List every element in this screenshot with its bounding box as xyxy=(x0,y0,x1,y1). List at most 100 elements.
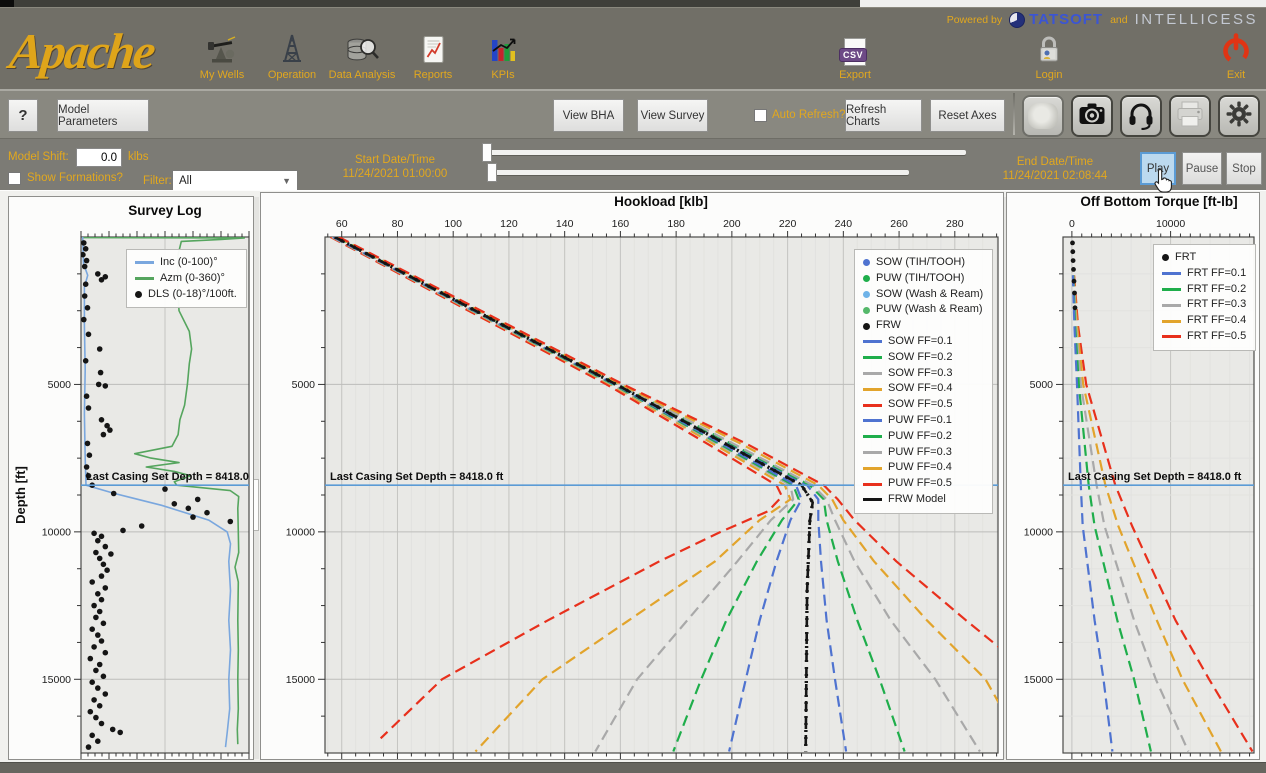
bar-chart-icon xyxy=(487,30,519,66)
svg-text:10000: 10000 xyxy=(42,526,71,538)
legend-marker-line xyxy=(863,419,882,422)
printer-icon xyxy=(1174,99,1206,134)
exit-button[interactable]: Exit xyxy=(1206,30,1266,81)
legend-marker-dot xyxy=(863,259,870,266)
off-bottom-torque-chart[interactable]: 01000050001000015000Last Casing Set Dept… xyxy=(1006,192,1260,760)
svg-text:10000: 10000 xyxy=(286,526,315,538)
auto-refresh-label: Auto Refresh? xyxy=(772,109,846,121)
csv-badge: CSV xyxy=(839,48,867,62)
show-formations-checkbox[interactable] xyxy=(8,172,21,185)
legend-marker-line xyxy=(863,404,882,407)
nav-my-wells[interactable]: My Wells xyxy=(187,30,257,81)
svg-text:60: 60 xyxy=(336,218,348,230)
record-button[interactable] xyxy=(1022,95,1064,137)
legend-marker-line xyxy=(863,467,882,470)
filter-select[interactable]: All ▼ xyxy=(172,170,298,191)
legend-label: FRT xyxy=(1175,250,1196,266)
headset-icon xyxy=(1125,98,1157,135)
legend-label: FRT FF=0.3 xyxy=(1187,297,1246,313)
model-shift-unit: klbs xyxy=(128,151,148,163)
screenshot-button[interactable] xyxy=(1071,95,1113,137)
apache-logo: Apache xyxy=(7,22,157,80)
legend-label: PUW (Wash & Ream) xyxy=(876,302,983,318)
start-datetime-value: 11/24/2021 01:00:00 xyxy=(320,168,470,180)
legend-marker-dot xyxy=(863,275,870,282)
chart-title: Off Bottom Torque [ft-lb] xyxy=(1080,194,1237,209)
gear-icon xyxy=(1223,98,1255,135)
login-button[interactable]: Login xyxy=(1014,30,1084,81)
legend-label: FRW Model xyxy=(888,492,946,508)
refresh-charts-button[interactable]: Refresh Charts xyxy=(845,99,922,132)
legend-label: FRT FF=0.1 xyxy=(1187,266,1246,282)
svg-text:15000: 15000 xyxy=(42,674,71,686)
time-range-slider-end[interactable] xyxy=(487,170,909,175)
legend-marker-line xyxy=(135,277,154,280)
nav-reports[interactable]: Reports xyxy=(398,30,468,81)
legend-marker-dot xyxy=(1162,254,1169,261)
pause-button[interactable]: Pause xyxy=(1182,152,1222,185)
report-icon xyxy=(418,30,448,66)
legend-label: Azm (0-360)° xyxy=(160,271,225,287)
legend-label: SOW FF=0.4 xyxy=(888,381,953,397)
legend-label: PUW FF=0.1 xyxy=(888,413,952,429)
nav-label: Data Analysis xyxy=(329,69,396,81)
play-button[interactable]: Play xyxy=(1140,152,1176,185)
legend-marker-line xyxy=(1162,304,1181,307)
legend-marker-line xyxy=(1162,335,1181,338)
svg-text:Last Casing Set Depth = 8418.0: Last Casing Set Depth = 8418.0 xyxy=(86,471,249,483)
settings-button[interactable] xyxy=(1218,95,1260,137)
svg-text:10000: 10000 xyxy=(1156,218,1185,230)
chart-legend: SOW (TIH/TOOH)PUW (TIH/TOOH)SOW (Wash & … xyxy=(854,249,993,514)
print-button[interactable] xyxy=(1169,95,1211,137)
slider-thumb-start[interactable] xyxy=(482,143,492,162)
survey-log-chart[interactable]: 50001000015000Last Casing Set Depth = 84… xyxy=(8,196,254,760)
legend-marker-line xyxy=(863,356,882,359)
derrick-icon xyxy=(276,30,308,66)
reset-axes-button[interactable]: Reset Axes xyxy=(930,99,1005,132)
export-button[interactable]: CSV Export xyxy=(820,30,890,81)
tatsoft-logo: TATSOFT xyxy=(1009,11,1103,28)
tatsoft-ball-icon xyxy=(1009,12,1025,28)
legend-marker-line xyxy=(863,340,882,343)
svg-text:15000: 15000 xyxy=(286,674,315,686)
model-shift-input[interactable] xyxy=(76,148,122,167)
svg-text:160: 160 xyxy=(612,218,630,230)
svg-text:Depth [ft]: Depth [ft] xyxy=(13,466,28,524)
legend-marker-line xyxy=(863,483,882,486)
legend-label: DLS (0-18)°/100ft. xyxy=(148,287,237,303)
model-parameters-button[interactable]: Model Parameters xyxy=(57,99,149,132)
legend-label: PUW FF=0.3 xyxy=(888,445,952,461)
nav-kpis[interactable]: KPIs xyxy=(468,30,538,81)
legend-marker-line xyxy=(1162,320,1181,323)
view-survey-button[interactable]: View Survey xyxy=(637,99,708,132)
legend-marker-dot xyxy=(863,291,870,298)
hookload-chart[interactable]: 6080100120140160180200220240260280500010… xyxy=(260,192,1004,760)
view-bha-button[interactable]: View BHA xyxy=(553,99,624,132)
time-range-slider-start[interactable] xyxy=(482,150,966,155)
nav-label: Operation xyxy=(268,69,316,81)
legend-label: FRT FF=0.2 xyxy=(1187,282,1246,298)
support-button[interactable] xyxy=(1120,95,1162,137)
nav-operation[interactable]: Operation xyxy=(257,30,327,81)
legend-label: PUW FF=0.5 xyxy=(888,476,952,492)
svg-text:15000: 15000 xyxy=(1024,674,1053,686)
model-shift-label: Model Shift: xyxy=(8,151,69,163)
svg-text:260: 260 xyxy=(890,218,908,230)
chart-legend: Inc (0-100)°Azm (0-360)°DLS (0-18)°/100f… xyxy=(126,249,247,308)
legend-label: SOW (Wash & Ream) xyxy=(876,287,983,303)
stop-button[interactable]: Stop xyxy=(1226,152,1262,185)
toolbar-divider xyxy=(1013,93,1015,135)
auto-refresh-checkbox[interactable] xyxy=(754,109,767,122)
nav-label: My Wells xyxy=(200,69,244,81)
nav-data-analysis[interactable]: Data Analysis xyxy=(327,30,397,81)
svg-text:120: 120 xyxy=(500,218,518,230)
legend-marker-line xyxy=(863,498,882,501)
legend-marker-dot xyxy=(135,291,142,298)
pumpjack-icon xyxy=(206,30,238,66)
record-icon xyxy=(1028,103,1058,129)
legend-label: FRT FF=0.4 xyxy=(1187,313,1246,329)
camera-icon xyxy=(1076,99,1108,134)
chart-title: Hookload [klb] xyxy=(614,194,708,209)
help-button[interactable]: ? xyxy=(8,99,38,132)
slider-thumb-end[interactable] xyxy=(487,163,497,182)
